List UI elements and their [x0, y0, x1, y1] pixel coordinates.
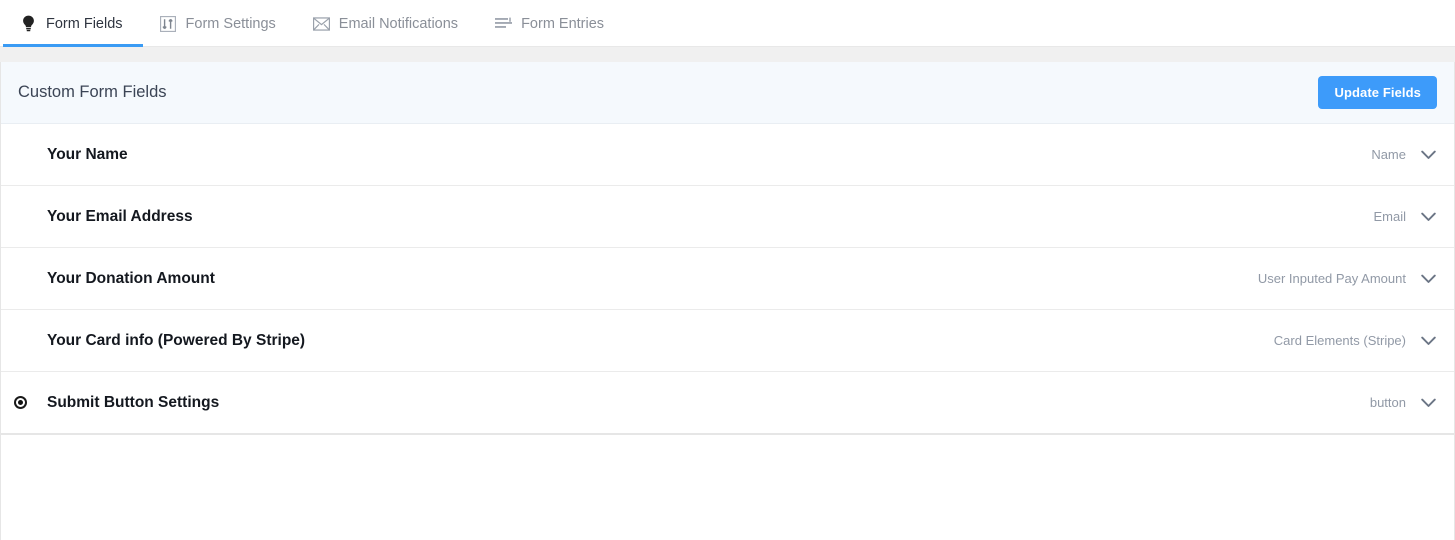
list-lines-icon	[495, 15, 513, 32]
tab-form-entries[interactable]: Form Entries	[478, 0, 624, 47]
tab-label: Form Settings	[185, 15, 276, 32]
chevron-down-icon[interactable]	[1420, 208, 1437, 225]
tab-bar: Form Fields Form Settings Email Notifica…	[0, 0, 1455, 47]
row-left: Your Card info (Powered By Stripe)	[14, 332, 305, 350]
field-type: Email	[1373, 209, 1406, 224]
row-right: User Inputed Pay Amount	[1258, 270, 1437, 287]
field-type: Card Elements (Stripe)	[1273, 333, 1406, 348]
field-label: Your Card info (Powered By Stripe)	[47, 331, 306, 349]
lightbulb-icon	[20, 15, 37, 32]
tab-content-gap	[0, 47, 1455, 62]
field-type: Name	[1371, 147, 1406, 162]
table-row[interactable]: Your Donation Amount User Inputed Pay Am…	[1, 248, 1454, 310]
chevron-down-icon[interactable]	[1420, 146, 1437, 163]
row-right: Name	[1371, 146, 1437, 163]
chevron-down-icon[interactable]	[1420, 394, 1437, 411]
row-right: Card Elements (Stripe)	[1274, 332, 1437, 349]
row-left: Your Donation Amount	[14, 270, 215, 288]
row-right: Email	[1373, 208, 1437, 225]
row-left: Your Name	[14, 146, 128, 164]
field-label: Your Email Address	[47, 207, 193, 225]
tab-label: Email Notifications	[338, 15, 459, 32]
field-type: button	[1369, 395, 1406, 410]
envelope-icon	[312, 15, 330, 32]
tab-form-settings[interactable]: Form Settings	[143, 0, 296, 47]
row-left: Submit Button Settings	[14, 394, 219, 412]
chevron-down-icon[interactable]	[1420, 270, 1437, 287]
field-type: User Inputed Pay Amount	[1257, 271, 1406, 286]
field-label: Submit Button Settings	[47, 393, 220, 411]
update-fields-button[interactable]: Update Fields	[1318, 76, 1437, 109]
radio-dot-icon	[14, 396, 40, 409]
table-row[interactable]: Your Email Address Email	[1, 186, 1454, 248]
row-right: button	[1370, 394, 1437, 411]
tab-label: Form Fields	[46, 15, 123, 32]
form-fields-list: Your Name Name Your Email Address Email …	[1, 124, 1454, 434]
tab-email-notifications[interactable]: Email Notifications	[296, 0, 478, 47]
tab-form-fields[interactable]: Form Fields	[3, 0, 143, 47]
tab-label: Form Entries	[521, 15, 605, 32]
custom-form-fields-card: Custom Form Fields Update Fields Your Na…	[0, 62, 1455, 435]
row-left: Your Email Address	[14, 208, 193, 226]
field-label: Your Donation Amount	[47, 269, 215, 287]
table-row[interactable]: Submit Button Settings button	[1, 372, 1454, 434]
card-header: Custom Form Fields Update Fields	[1, 62, 1454, 124]
sliders-icon	[160, 15, 177, 32]
table-row[interactable]: Your Name Name	[1, 124, 1454, 186]
table-row[interactable]: Your Card info (Powered By Stripe) Card …	[1, 310, 1454, 372]
card-empty-area	[0, 435, 1455, 540]
field-label: Your Name	[47, 145, 128, 163]
chevron-down-icon[interactable]	[1420, 332, 1437, 349]
page-title: Custom Form Fields	[18, 83, 167, 101]
